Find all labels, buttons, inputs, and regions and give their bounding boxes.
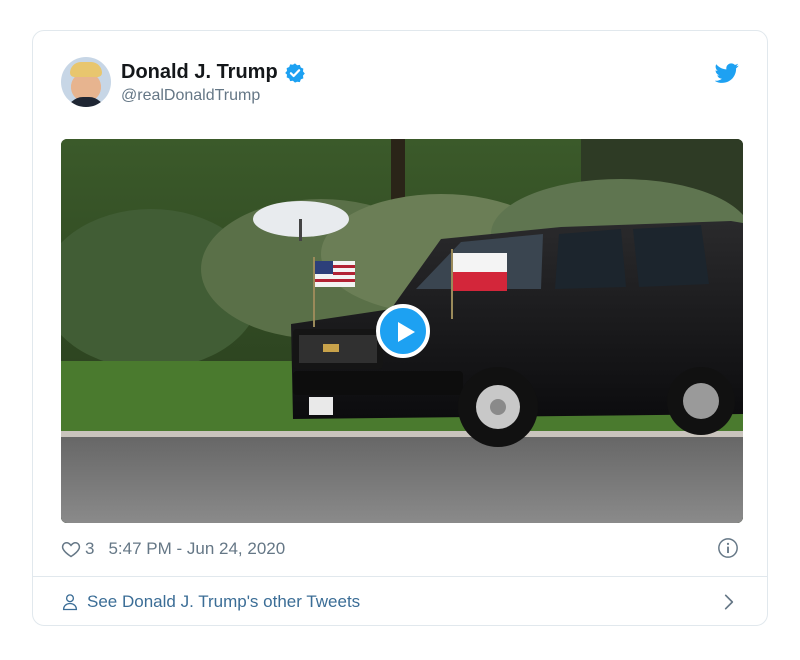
heart-icon [61, 541, 81, 558]
embedded-tweet-card: Donald J. Trump @realDonaldTrump 3 5:47 … [32, 30, 768, 626]
twitter-bird-icon[interactable] [715, 61, 739, 85]
author-avatar[interactable] [61, 57, 111, 107]
like-button[interactable]: 3 [61, 539, 108, 559]
see-other-tweets-label: See Donald J. Trump's other Tweets [87, 592, 361, 611]
like-count: 3 [85, 539, 95, 558]
see-other-tweets-link[interactable]: See Donald J. Trump's other Tweets [61, 589, 739, 615]
info-icon[interactable] [717, 537, 739, 559]
person-icon [62, 594, 78, 611]
play-button[interactable] [376, 304, 430, 358]
tweet-meta: 3 5:47 PM - Jun 24, 2020 [61, 537, 739, 561]
play-icon [398, 322, 415, 342]
tweet-timestamp[interactable]: 5:47 PM - Jun 24, 2020 [108, 539, 285, 559]
author-display-name[interactable]: Donald J. Trump [121, 61, 278, 84]
tweet-header: Donald J. Trump @realDonaldTrump [61, 57, 739, 109]
tweet-video[interactable] [61, 139, 743, 523]
author-name-row: Donald J. Trump [121, 61, 306, 84]
chevron-right-icon [724, 594, 734, 610]
author-handle[interactable]: @realDonaldTrump [121, 87, 260, 105]
avatar-hair [70, 62, 102, 77]
footer-divider [33, 576, 767, 577]
avatar-suit [67, 97, 105, 107]
verified-badge-icon [284, 62, 305, 83]
